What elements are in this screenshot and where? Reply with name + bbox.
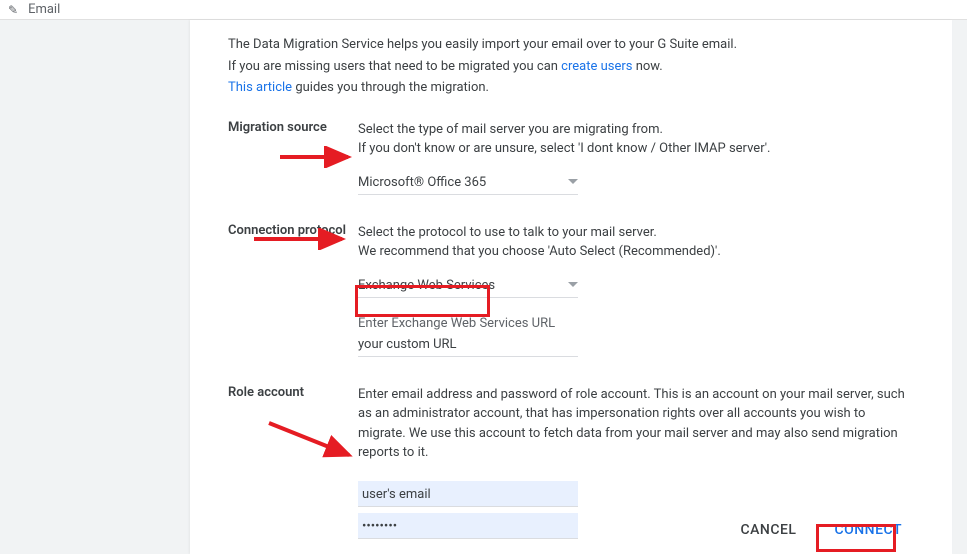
intro-line2: If you are missing users that need to be… — [228, 57, 914, 77]
connect-button[interactable]: CONNECT — [822, 514, 914, 546]
row-connection-protocol: Connection protocol Select the protocol … — [228, 223, 914, 357]
cancel-button[interactable]: CANCEL — [728, 514, 808, 546]
form-section: Migration source Select the type of mail… — [228, 120, 914, 539]
label-migration-source: Migration source — [228, 120, 358, 195]
connection-protocol-value: Exchange Web Services — [358, 278, 495, 293]
role-password-input[interactable] — [358, 513, 578, 539]
chevron-down-icon — [568, 282, 578, 288]
chevron-down-icon — [568, 179, 578, 185]
role-email-input[interactable] — [358, 481, 578, 507]
button-row: CANCEL CONNECT — [728, 514, 914, 546]
help-migration-source: Select the type of mail server you are m… — [358, 120, 914, 159]
help-role-account: Enter email address and password of role… — [358, 385, 914, 463]
help-connection-protocol: Select the protocol to use to talk to yo… — [358, 223, 914, 262]
row-migration-source: Migration source Select the type of mail… — [228, 120, 914, 195]
connection-protocol-select[interactable]: Exchange Web Services — [358, 272, 578, 298]
main-panel: The Data Migration Service helps you eas… — [190, 20, 952, 554]
ews-url-input[interactable] — [358, 331, 578, 357]
intro-line3: This article guides you through the migr… — [228, 78, 914, 98]
ews-url-label: Enter Exchange Web Services URL — [358, 316, 914, 331]
intro-text: The Data Migration Service helps you eas… — [228, 35, 914, 98]
breadcrumb: ✎ Email — [0, 0, 967, 20]
intro-line1: The Data Migration Service helps you eas… — [228, 35, 914, 55]
create-users-link[interactable]: create users — [561, 59, 632, 74]
breadcrumb-label: Email — [28, 2, 60, 17]
label-connection-protocol: Connection protocol — [228, 223, 358, 357]
this-article-link[interactable]: This article — [228, 80, 292, 95]
migration-source-value: Microsoft® Office 365 — [358, 175, 486, 190]
migration-source-select[interactable]: Microsoft® Office 365 — [358, 169, 578, 195]
pencil-icon: ✎ — [8, 3, 18, 17]
label-role-account: Role account — [228, 385, 358, 539]
